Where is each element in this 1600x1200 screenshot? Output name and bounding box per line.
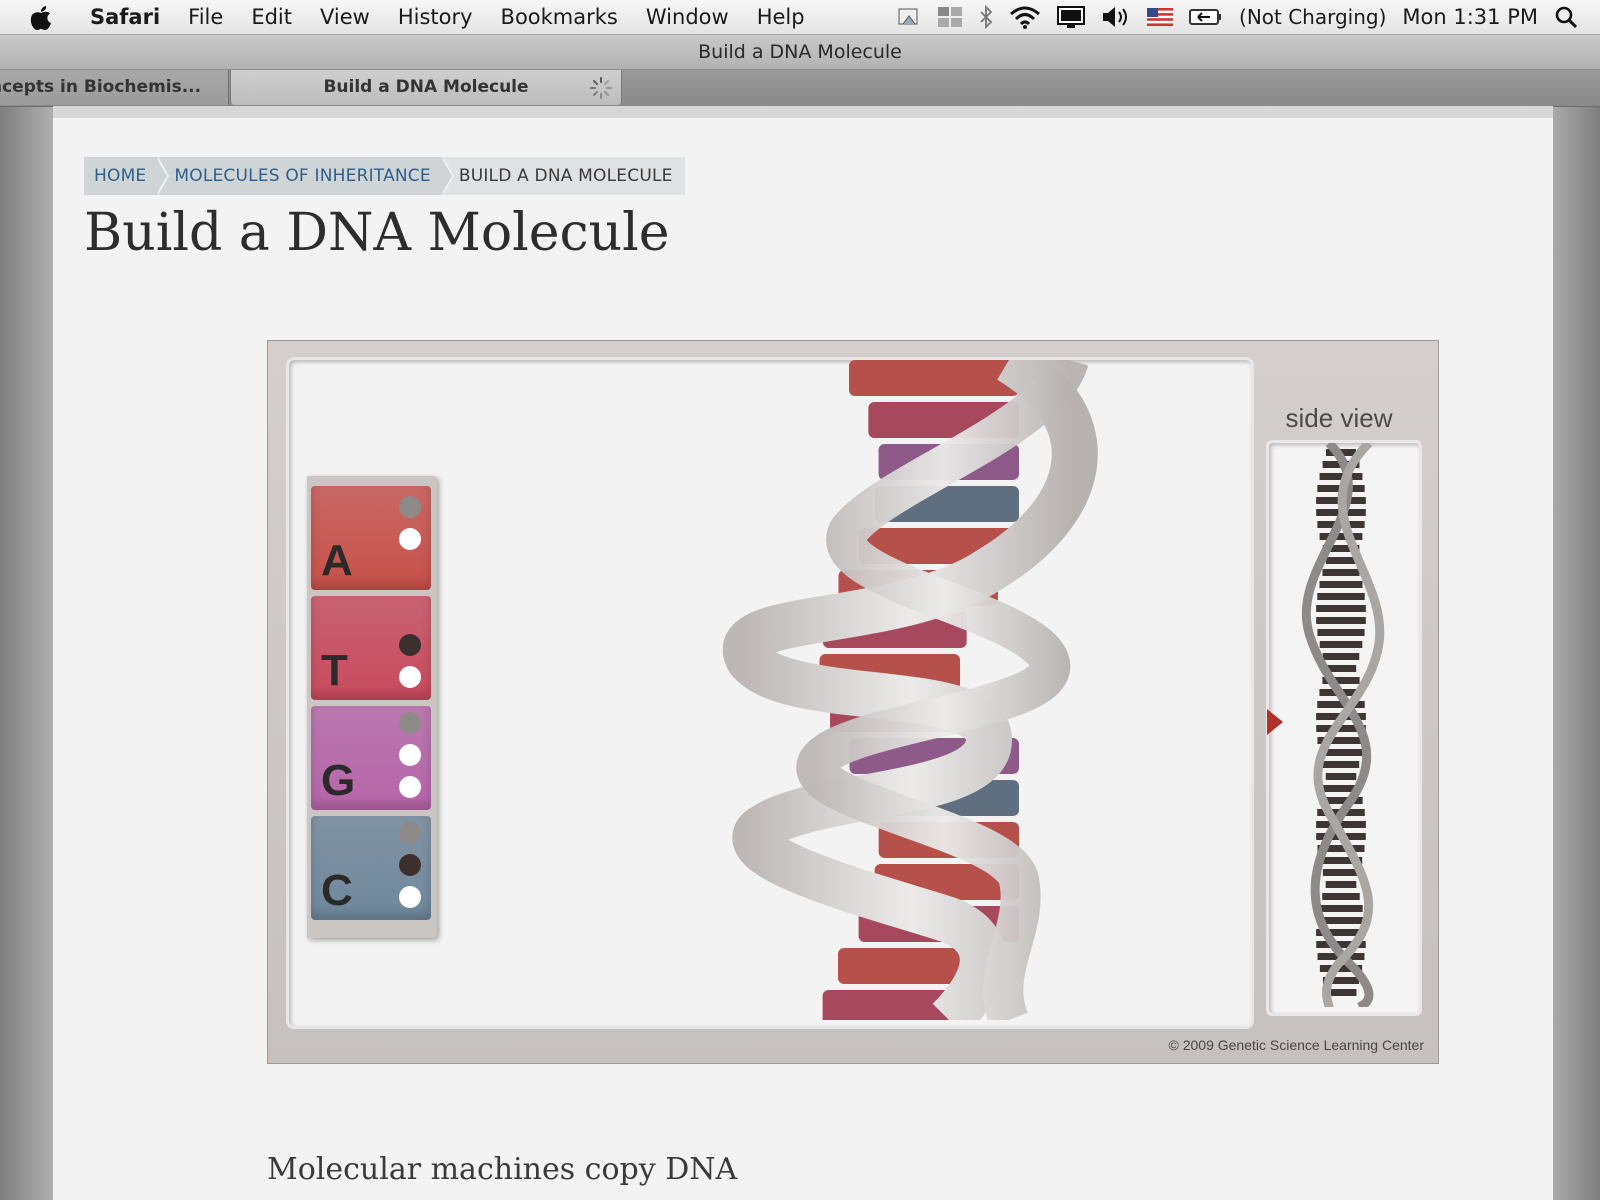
base-g-tile[interactable]: G <box>311 706 431 810</box>
web-page: HOME MOLECULES OF INHERITANCE BUILD A DN… <box>53 106 1553 1200</box>
copyright-text: © 2009 Genetic Science Learning Center <box>1168 1037 1424 1053</box>
tab-biochemistry[interactable]: ncepts in Biochemis... <box>0 70 229 105</box>
side-view-position-marker <box>1267 709 1283 735</box>
side-view-rung <box>1322 761 1360 768</box>
connector-dot <box>399 666 421 688</box>
display-icon[interactable] <box>1057 5 1086 29</box>
base-pair-rung <box>849 360 1019 396</box>
dna-builder-module: A T G C side view © 2009 Genetic Science… <box>267 340 1439 1064</box>
connector-dot <box>399 854 421 876</box>
side-view-rung <box>1325 773 1357 780</box>
bluetooth-icon[interactable] <box>979 5 993 29</box>
battery-icon[interactable] <box>1189 7 1223 27</box>
connector-dot <box>399 776 421 798</box>
connector-dot <box>399 634 421 656</box>
tab-build-dna-molecule[interactable]: Build a DNA Molecule <box>230 70 622 105</box>
base-letter: A <box>321 536 353 585</box>
side-view-rung <box>1322 653 1360 660</box>
tab-label: ncepts in Biochemis... <box>0 77 202 97</box>
side-view-rung <box>1316 617 1366 624</box>
us-flag-icon[interactable] <box>1147 8 1174 26</box>
tab-label: Build a DNA Molecule <box>323 77 529 97</box>
side-view-rung <box>1319 581 1363 588</box>
volume-icon[interactable] <box>1101 5 1131 29</box>
section-heading: Molecular machines copy DNA <box>267 1152 738 1187</box>
base-t-tile[interactable]: T <box>311 596 431 700</box>
page-title: Build a DNA Molecule <box>84 203 670 263</box>
base-letter: G <box>321 756 356 805</box>
connector-dot <box>399 528 421 550</box>
nucleotide-tray: A T G C <box>307 476 437 938</box>
base-a-tile[interactable]: A <box>311 486 431 590</box>
wifi-icon[interactable] <box>1009 5 1041 29</box>
base-c-tile[interactable]: C <box>311 816 431 920</box>
side-view-rung <box>1325 881 1357 888</box>
breadcrumb-home[interactable]: HOME <box>84 157 170 195</box>
spotlight-icon[interactable] <box>1554 5 1578 29</box>
menu-window[interactable]: Window <box>646 5 729 29</box>
side-view-rung <box>1319 533 1363 540</box>
loading-spinner-icon <box>589 76 613 105</box>
menu-edit[interactable]: Edit <box>251 5 292 29</box>
menu-view[interactable]: View <box>320 5 370 29</box>
dna-build-stage[interactable]: A T G C <box>286 357 1254 1029</box>
connector-dot <box>399 712 421 734</box>
spaces-icon[interactable] <box>937 6 963 28</box>
side-view-panel[interactable] <box>1266 440 1422 1016</box>
menu-app-name[interactable]: Safari <box>90 5 160 29</box>
side-view-helix-image <box>1301 443 1385 1012</box>
side-view-rung <box>1317 629 1365 636</box>
base-letter: C <box>321 866 353 915</box>
menu-bar: Safari File Edit View History Bookmarks … <box>0 0 1600 35</box>
breadcrumb: HOME MOLECULES OF INHERITANCE BUILD A DN… <box>84 157 685 195</box>
side-view-rung <box>1322 893 1360 900</box>
connector-dot <box>399 744 421 766</box>
side-view-rung <box>1319 905 1363 912</box>
connector-dot <box>399 496 421 518</box>
side-view-rung <box>1325 557 1357 564</box>
side-view-rung <box>1319 641 1363 648</box>
menu-help[interactable]: Help <box>757 5 805 29</box>
menu-file[interactable]: File <box>188 5 223 29</box>
breadcrumb-molecules-of-inheritance[interactable]: MOLECULES OF INHERITANCE <box>156 157 455 195</box>
connector-dot <box>399 822 421 844</box>
tab-strip: ncepts in Biochemis... Build a DNA Molec… <box>0 70 1600 107</box>
clock[interactable]: Mon 1:31 PM <box>1402 5 1538 29</box>
grab-icon[interactable] <box>897 6 921 28</box>
menu-history[interactable]: History <box>398 5 473 29</box>
breadcrumb-current: BUILD A DNA MOLECULE <box>440 157 685 195</box>
battery-status: (Not Charging) <box>1239 5 1387 29</box>
base-letter: T <box>321 646 348 695</box>
status-area: (Not Charging) Mon 1:31 PM <box>897 5 1578 29</box>
side-view-label: side view <box>1285 403 1393 433</box>
menu-bookmarks[interactable]: Bookmarks <box>501 5 618 29</box>
side-view-rung <box>1316 605 1366 612</box>
side-view-rung <box>1317 593 1365 600</box>
connector-dot <box>399 886 421 908</box>
side-view-rung <box>1322 869 1360 876</box>
apple-icon[interactable] <box>28 3 62 31</box>
side-view-rung <box>1322 569 1360 576</box>
window-title: Build a DNA Molecule <box>0 35 1600 70</box>
